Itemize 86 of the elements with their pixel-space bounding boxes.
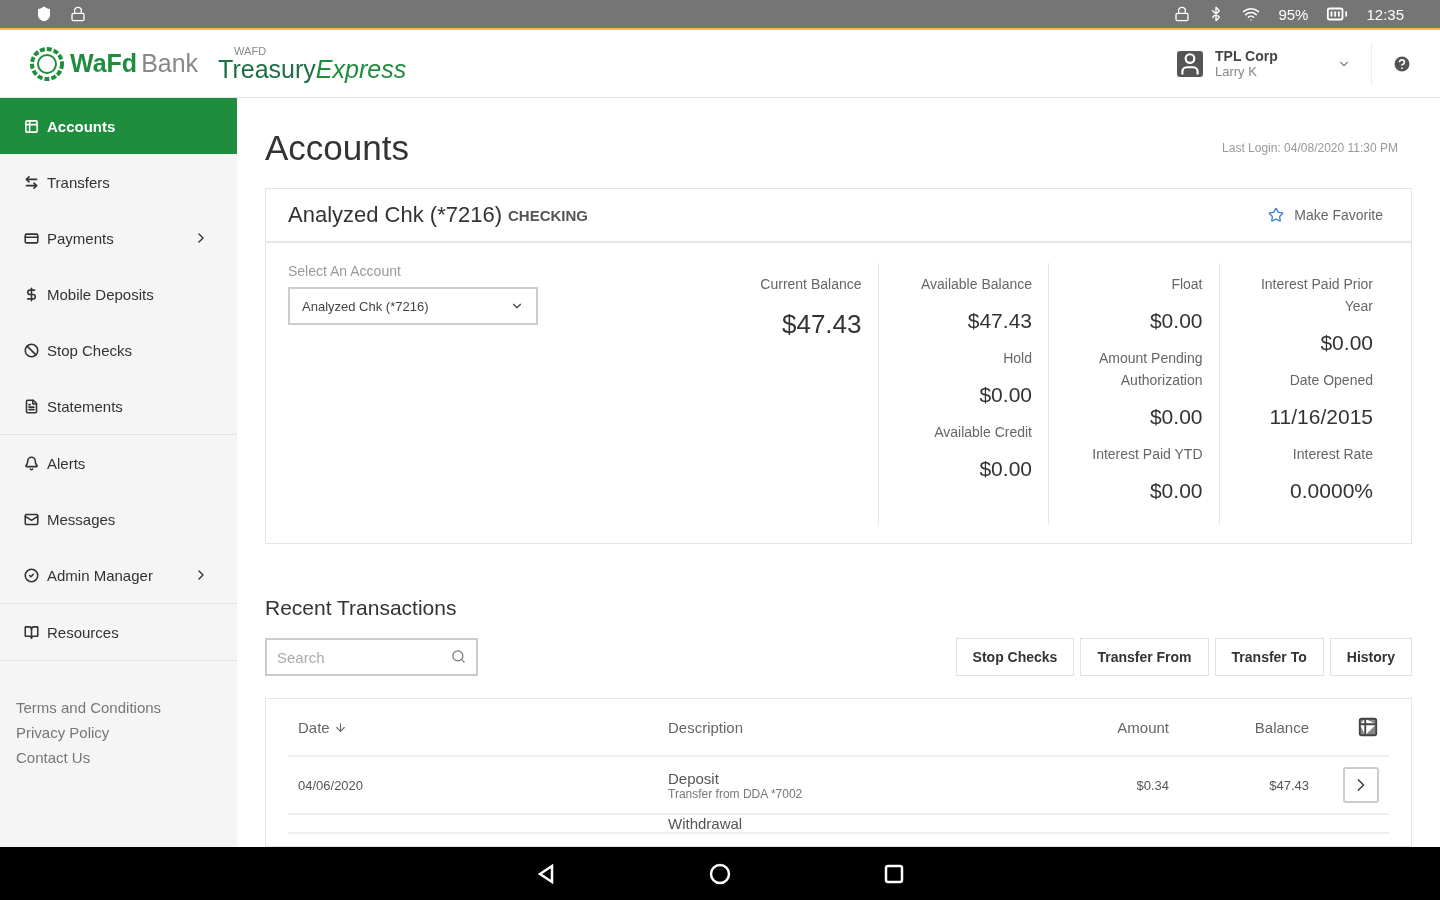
document-icon <box>24 398 39 414</box>
table-cell-text: Withdrawal <box>668 815 744 832</box>
table-layout-icon[interactable] <box>1357 716 1379 738</box>
sidebar-item[interactable]: Mobile Deposits <box>0 266 237 322</box>
account-type: CHECKING <box>508 206 589 224</box>
field-label: Available Balance <box>920 275 1032 294</box>
check-circle-icon <box>24 567 39 583</box>
user-icon <box>1177 50 1203 77</box>
sidebar-item[interactable]: Accounts <box>0 98 237 154</box>
field-value: $0.00 <box>979 383 1032 407</box>
field-value: $0.00 <box>1149 405 1203 429</box>
footer-link[interactable]: Terms and Conditions <box>16 699 221 716</box>
search-field[interactable]: Search <box>265 638 478 676</box>
field-value: $0.00 <box>1149 309 1203 333</box>
field-label: Date Opened <box>1289 371 1373 390</box>
card-icon <box>24 230 39 246</box>
product-label: WAFD <box>234 45 267 57</box>
column-header[interactable]: Date <box>298 718 347 736</box>
table-cell-text: Deposit <box>668 769 720 787</box>
arrows-icon <box>24 174 39 190</box>
field-label: Hold <box>1003 349 1032 368</box>
clock: 12:35 <box>1366 5 1404 23</box>
table-cell-text: Transfer from DDA *7002 <box>668 786 804 801</box>
page-title: Accounts <box>265 128 409 168</box>
field-value: $47.43 <box>781 309 862 340</box>
shield-icon <box>36 6 52 22</box>
envelope-icon <box>24 511 39 527</box>
bell-icon <box>24 455 39 471</box>
sidebar-item[interactable]: Messages <box>0 491 237 547</box>
field-value: 11/16/2015 <box>1269 405 1373 429</box>
select-label: Select An Account <box>288 263 402 279</box>
field-value: 0.0000% <box>1290 479 1373 503</box>
field-label: Amount Pending Authorization <box>1097 349 1203 390</box>
logo-text: Bank <box>141 49 199 78</box>
block-icon <box>24 342 39 358</box>
table-cell: 04/06/2020 <box>298 777 364 793</box>
sidebar-item[interactable]: Resources <box>0 604 237 660</box>
help-icon[interactable] <box>1392 53 1412 74</box>
home-icon[interactable] <box>708 861 732 886</box>
field-value: $0.00 <box>1149 479 1203 503</box>
field-label: Interest Paid Prior Year <box>1259 275 1373 316</box>
sidebar-item[interactable]: Statements <box>0 378 237 434</box>
sidebar-item[interactable]: Stop Checks <box>0 322 237 378</box>
sidebar-item[interactable]: Alerts <box>0 435 237 491</box>
field-value: $0.00 <box>1320 331 1373 355</box>
battery-percent: 95% <box>1278 5 1309 23</box>
account-name: Analyzed Chk (*7216) <box>288 202 502 228</box>
ledger-icon <box>24 118 39 134</box>
action-button[interactable]: Transfer From <box>1080 638 1209 676</box>
logo-text: WaFd <box>70 49 138 78</box>
field-label: Available Credit <box>934 423 1032 442</box>
field-label: Current Balance <box>760 275 862 294</box>
product-name: Treasury <box>218 56 316 82</box>
action-button[interactable]: Stop Checks <box>955 638 1075 676</box>
company-name: TPL Corp <box>1215 48 1279 64</box>
field-label: Float <box>1171 275 1203 294</box>
book-icon <box>24 624 39 640</box>
action-button[interactable]: Transfer To <box>1214 638 1324 676</box>
dollar-icon <box>24 286 39 302</box>
search-icon[interactable] <box>451 649 466 664</box>
column-header: Amount <box>1117 718 1169 736</box>
action-button[interactable]: History <box>1329 638 1412 676</box>
sort-arrow-icon <box>333 720 347 734</box>
field-label: Interest Paid YTD <box>1092 445 1203 464</box>
field-value: $0.00 <box>979 457 1032 481</box>
lock-icon <box>70 6 86 22</box>
footer-link[interactable]: Contact Us <box>16 749 221 766</box>
sidebar-item[interactable]: Payments <box>0 210 237 266</box>
table-cell: $47.43 <box>1269 777 1309 793</box>
field-label: Interest Rate <box>1292 445 1373 464</box>
star-icon <box>1268 207 1285 223</box>
wifi-icon <box>1242 5 1261 23</box>
user-name: Larry K <box>1215 64 1258 79</box>
field-value: $47.43 <box>967 309 1032 333</box>
make-favorite-button[interactable]: Make Favorite <box>1262 206 1389 224</box>
column-header: Balance <box>1254 718 1309 736</box>
table-cell: $0.34 <box>1136 777 1169 793</box>
footer-link[interactable]: Privacy Policy <box>16 724 221 741</box>
product-name: Express <box>315 56 407 82</box>
column-header: Description <box>668 718 744 736</box>
lock-icon <box>1174 6 1191 22</box>
account-select[interactable]: Analyzed Chk (*7216) <box>288 287 538 325</box>
sidebar-item[interactable]: Admin Manager <box>0 547 237 603</box>
sidebar-item[interactable]: Transfers <box>0 154 237 210</box>
section-title: Recent Transactions <box>265 596 458 620</box>
last-login: Last Login: 04/08/2020 11:30 PM <box>1222 141 1398 155</box>
